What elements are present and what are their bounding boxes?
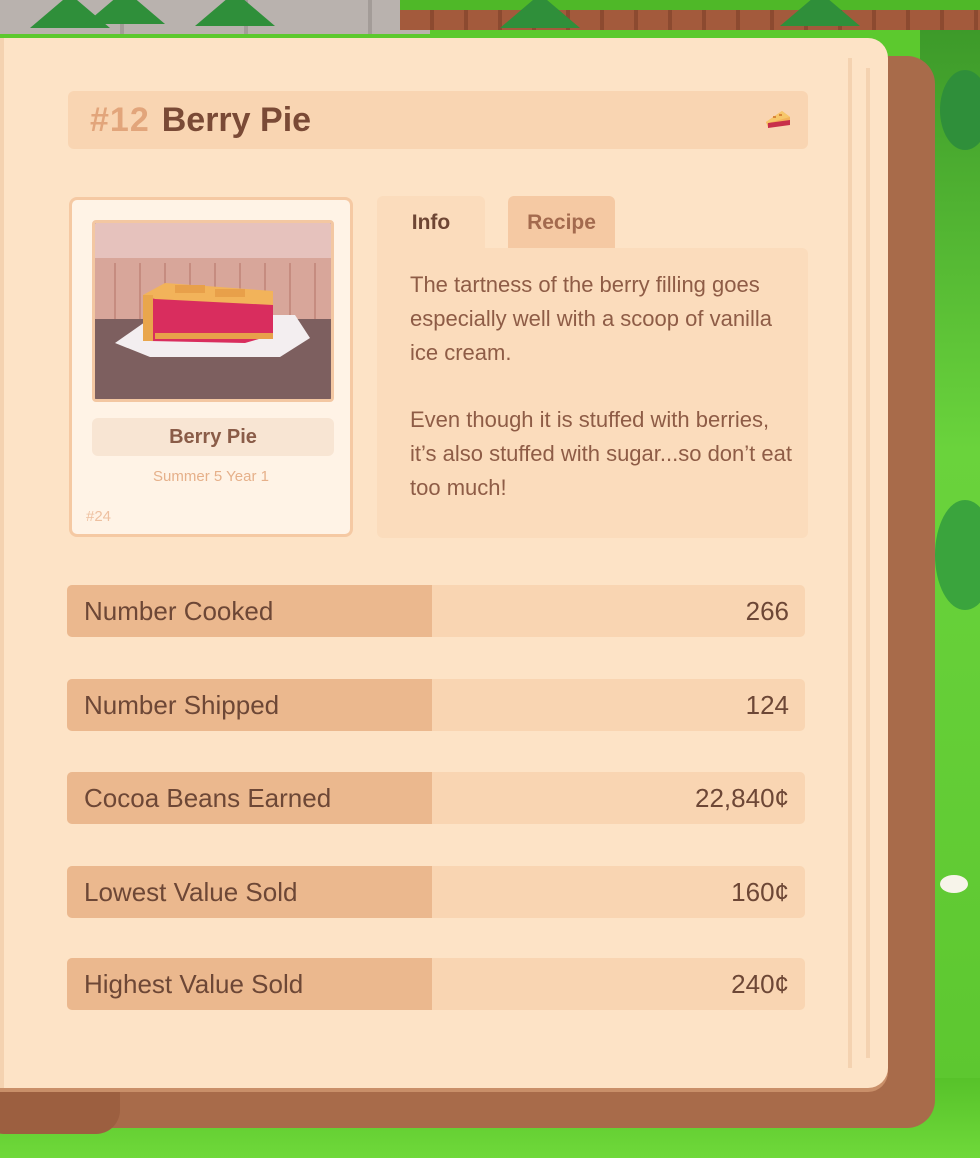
dish-card: Berry Pie Summer 5 Year 1 #24	[69, 197, 353, 537]
tree	[500, 0, 580, 28]
pie-icon	[764, 108, 792, 130]
tab-info[interactable]: Info	[377, 196, 485, 250]
flower	[940, 875, 968, 893]
tab-recipe[interactable]: Recipe	[508, 196, 615, 250]
stat-label: Lowest Value Sold	[67, 866, 432, 918]
entry-title-bar: #12 Berry Pie	[68, 91, 808, 149]
stat-value: 124	[745, 689, 789, 720]
page-line	[0, 38, 4, 1088]
dish-description: The tartness of the berry filling goes e…	[410, 268, 795, 538]
entry-name: Berry Pie	[161, 100, 312, 139]
dish-card-name: Berry Pie	[92, 418, 334, 456]
stat-row-highest-value-sold: Highest Value Sold 240¢	[67, 958, 805, 1010]
stat-label: Number Cooked	[67, 585, 432, 637]
stat-label: Highest Value Sold	[67, 958, 432, 1010]
tree	[780, 0, 860, 26]
grass-strip	[400, 0, 980, 10]
dish-photo	[92, 220, 334, 402]
page-line	[848, 58, 852, 1068]
description-paragraph: Even though it is stuffed with berries, …	[410, 407, 792, 500]
dish-card-number: #24	[86, 508, 112, 525]
stat-value: 266	[745, 595, 789, 626]
page-line	[866, 68, 870, 1058]
book-bookmark-tab	[0, 1090, 120, 1134]
stat-value: 160¢	[731, 876, 789, 907]
tree	[85, 0, 165, 24]
stat-row-lowest-value-sold: Lowest Value Sold 160¢	[67, 866, 805, 918]
dish-card-date: Summer 5 Year 1	[153, 468, 269, 485]
info-panel: The tartness of the berry filling goes e…	[377, 248, 808, 538]
stat-value: 240¢	[731, 968, 789, 999]
tree	[195, 0, 275, 26]
stat-row-number-shipped: Number Shipped 124	[67, 679, 805, 731]
stat-row-cocoa-beans-earned: Cocoa Beans Earned 22,840¢	[67, 772, 805, 824]
stat-row-number-cooked: Number Cooked 266	[67, 585, 805, 637]
stat-value: 22,840¢	[695, 782, 789, 813]
stat-label: Cocoa Beans Earned	[67, 772, 432, 824]
description-paragraph: The tartness of the berry filling goes e…	[410, 272, 772, 365]
entry-number: #12	[90, 100, 150, 139]
stat-label: Number Shipped	[67, 679, 432, 731]
